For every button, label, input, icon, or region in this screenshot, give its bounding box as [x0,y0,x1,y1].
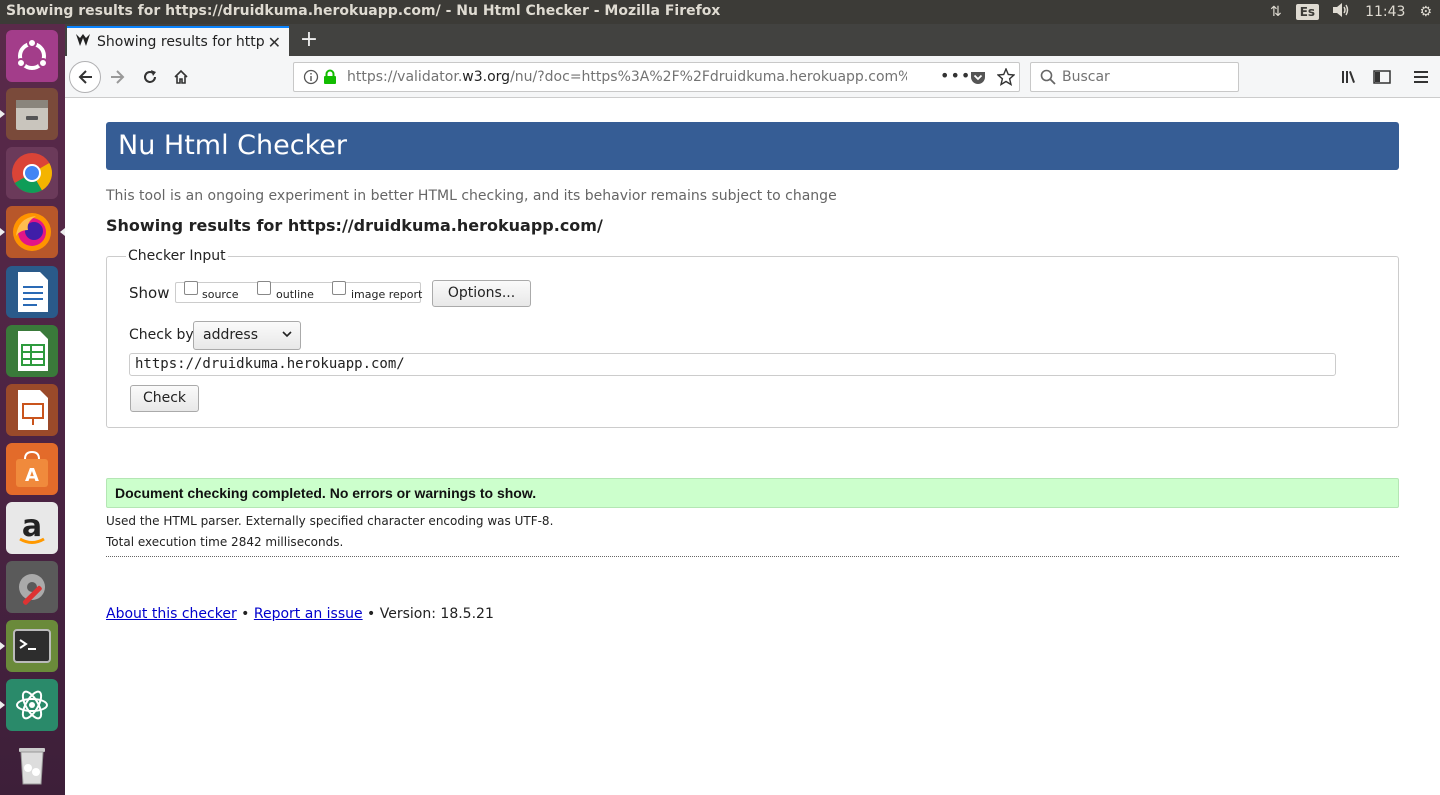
tab-bar: Showing results for http ✕ + [65,24,1440,56]
show-label: Show [129,284,170,302]
clock[interactable]: 11:43 [1365,4,1405,20]
libreoffice-calc-icon[interactable] [6,325,58,377]
page-actions-icon[interactable]: ••• [940,66,971,85]
options-button[interactable]: Options... [432,280,531,307]
page-title: Nu Html Checker [106,122,1399,170]
url-domain: w3.org [462,69,511,85]
favicon-icon [75,32,91,52]
report-issue-link[interactable]: Report an issue [254,606,363,622]
search-bar[interactable]: Buscar [1030,62,1239,92]
image-report-checkbox[interactable] [332,281,346,295]
version-text: • Version: 18.5.21 [362,606,494,622]
system-settings-icon[interactable] [6,561,58,613]
firefox-icon[interactable] [6,206,58,258]
check-by-label: Check by [129,327,194,343]
url-prefix: https://validator. [347,69,463,85]
execution-time: Total execution time 2842 milliseconds. [106,535,344,549]
tagline: This tool is an ongoing experiment in be… [106,188,837,204]
page-content: Nu Html Checker This tool is an ongoing … [65,98,1440,795]
check-button[interactable]: Check [130,385,199,412]
image-report-checkbox-label[interactable]: image report [351,288,422,301]
navigation-toolbar: https://validator.w3.org/nu/?doc=https%3… [65,56,1440,98]
library-icon[interactable] [1335,62,1365,92]
url-text[interactable]: https://validator.w3.org/nu/?doc=https%3… [347,69,907,85]
divider [106,556,1399,557]
show-options-group: source outline image report [175,281,422,303]
gear-icon[interactable]: ⚙ [1419,4,1432,20]
results-heading: Showing results for https://druidkuma.he… [106,216,603,235]
os-top-panel: Showing results for https://druidkuma.he… [0,0,1440,24]
search-placeholder: Buscar [1062,69,1110,85]
checker-input-fieldset: Checker Input Show source outline image … [106,248,1399,428]
libreoffice-writer-icon[interactable] [6,266,58,318]
search-icon [1040,69,1056,89]
terminal-icon[interactable] [6,620,58,672]
atom-icon[interactable] [6,679,58,731]
source-checkbox-label[interactable]: source [202,288,239,301]
url-path: /nu/?doc=https%3A%2F%2Fdruidkuma.herokua… [510,69,907,85]
home-button[interactable] [166,62,196,92]
bookmark-star-icon[interactable] [996,67,1016,90]
system-tray: ⇅ Es 11:43 ⚙ [1270,0,1432,24]
files-icon[interactable] [6,88,58,140]
window-title: Showing results for https://druidkuma.he… [6,3,721,19]
trash-icon[interactable] [6,738,58,790]
tab-title: Showing results for http [97,34,265,50]
network-icon[interactable]: ⇅ [1270,4,1282,20]
sidebar-icon[interactable] [1367,62,1397,92]
info-icon[interactable] [303,69,319,89]
forward-button[interactable] [103,62,133,92]
keyboard-layout-indicator[interactable]: Es [1295,4,1320,20]
footer: About this checker • Report an issue • V… [106,606,494,622]
outline-checkbox[interactable] [257,281,271,295]
hamburger-menu-icon[interactable] [1406,62,1436,92]
volume-icon[interactable] [1333,3,1351,21]
chevron-down-icon [282,328,292,342]
footer-separator: • [236,606,254,622]
parser-info: Used the HTML parser. Externally specifi… [106,514,554,528]
back-button[interactable] [69,61,101,93]
libreoffice-impress-icon[interactable] [6,384,58,436]
check-by-select[interactable]: address [193,321,301,350]
outline-checkbox-label[interactable]: outline [276,288,314,301]
amazon-icon[interactable]: a [6,502,58,554]
fieldset-legend: Checker Input [126,248,228,264]
url-bar[interactable]: https://validator.w3.org/nu/?doc=https%3… [293,62,1020,92]
software-center-icon[interactable]: A [6,443,58,495]
success-message: Document checking completed. No errors o… [106,478,1399,508]
lock-icon[interactable] [323,69,337,89]
svg-text:A: A [25,465,39,486]
document-url-input[interactable]: https://druidkuma.herokuapp.com/ [129,353,1336,376]
tab-active[interactable]: Showing results for http ✕ [67,26,289,56]
ubuntu-dash-icon[interactable] [6,30,58,82]
source-checkbox[interactable] [184,281,198,295]
tab-close-icon[interactable]: ✕ [268,33,281,52]
svg-text:a: a [22,509,42,544]
launcher: A a [0,24,65,795]
new-tab-button[interactable]: + [297,27,321,52]
chrome-icon[interactable] [6,147,58,199]
check-by-value: address [203,327,259,343]
about-checker-link[interactable]: About this checker [106,606,237,622]
reload-button[interactable] [135,62,165,92]
pocket-icon[interactable] [970,69,986,89]
